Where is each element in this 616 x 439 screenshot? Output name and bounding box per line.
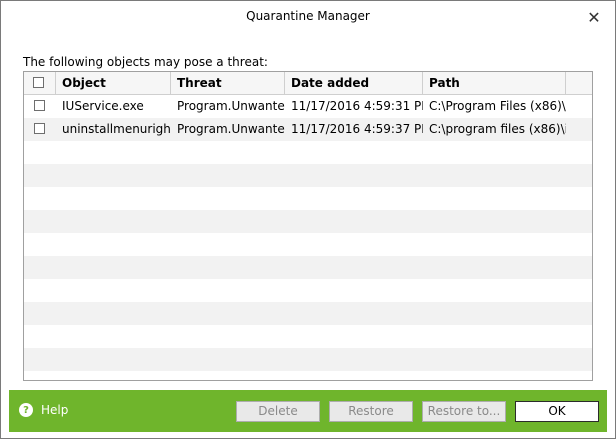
path-cell: C:\program files (x86)\i... — [429, 122, 566, 136]
object-cell: IUService.exe — [62, 99, 144, 113]
path-cell: C:\Program Files (x86)\... — [429, 99, 566, 113]
empty-row — [24, 371, 592, 380]
help-link[interactable]: ? Help — [19, 403, 68, 417]
date-added-cell: 11/17/2016 4:59:37 PM — [291, 122, 423, 136]
row-checkbox[interactable] — [34, 100, 45, 111]
empty-row — [24, 325, 592, 348]
threat-cell: Program.Unwanted.1 — [177, 122, 285, 136]
ok-button[interactable]: OK — [515, 401, 599, 422]
empty-row — [24, 210, 592, 233]
window-title: Quarantine Manager — [246, 9, 370, 23]
button-bar: ? Help Delete Restore Restore to... OK — [9, 390, 607, 432]
title-bar: Quarantine Manager ✕ — [1, 1, 615, 33]
quarantine-table: Object Threat Date added Path IUService.… — [23, 71, 593, 381]
table-row[interactable]: uninstallmenuright.c Program.Unwanted.1 … — [24, 118, 592, 141]
empty-row — [24, 279, 592, 302]
empty-row — [24, 348, 592, 371]
column-header-path[interactable]: Path — [423, 72, 566, 94]
column-header-object[interactable]: Object — [56, 72, 171, 94]
close-icon[interactable]: ✕ — [583, 6, 605, 28]
empty-row — [24, 233, 592, 256]
empty-row — [24, 164, 592, 187]
table-body: IUService.exe Program.Unwanted.1 11/17/2… — [24, 95, 592, 380]
table-header: Object Threat Date added Path — [24, 72, 592, 95]
empty-row — [24, 141, 592, 164]
threat-cell: Program.Unwanted.1 — [177, 99, 285, 113]
restore-to-button[interactable]: Restore to... — [422, 401, 506, 422]
delete-button[interactable]: Delete — [236, 401, 320, 422]
column-header-date-added[interactable]: Date added — [285, 72, 423, 94]
empty-row — [24, 256, 592, 279]
date-added-cell: 11/17/2016 4:59:31 PM — [291, 99, 423, 113]
column-header-threat[interactable]: Threat — [171, 72, 285, 94]
restore-button[interactable]: Restore — [329, 401, 413, 422]
threat-caption: The following objects may pose a threat: — [23, 55, 268, 69]
question-icon: ? — [19, 403, 33, 417]
table-row[interactable]: IUService.exe Program.Unwanted.1 11/17/2… — [24, 95, 592, 118]
empty-row — [24, 302, 592, 325]
select-all-checkbox[interactable] — [33, 77, 44, 88]
row-checkbox[interactable] — [34, 123, 45, 134]
quarantine-manager-window: Quarantine Manager ✕ The following objec… — [0, 0, 616, 439]
help-label: Help — [41, 403, 69, 417]
empty-row — [24, 187, 592, 210]
object-cell: uninstallmenuright.c — [62, 122, 171, 136]
select-all-header — [24, 72, 56, 94]
